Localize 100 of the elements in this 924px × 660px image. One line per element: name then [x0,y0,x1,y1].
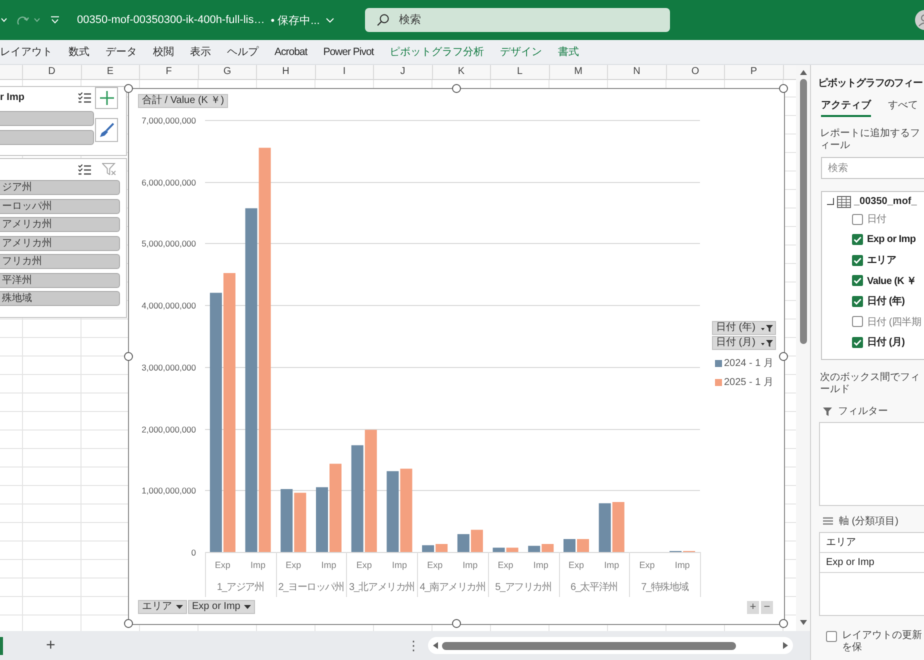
x-axis-group-label: 6_太平洋州 [570,582,618,593]
scroll-up-icon[interactable] [800,70,806,75]
y-axis-label: 4,000,000,000 [142,300,196,310]
field-label[interactable]: エリア [867,253,896,268]
x-axis-group-label: 5_アフリカ州 [495,582,552,593]
checkbox[interactable] [852,214,863,225]
ribbon-tab[interactable]: Power Pivot [323,46,374,58]
area-field-item[interactable]: エリア [820,533,924,553]
checkbox[interactable] [826,631,837,642]
resize-handle[interactable] [779,84,788,93]
checklist-icon[interactable] [78,164,91,174]
ribbon-tab[interactable]: デザイン [500,45,542,59]
bar [294,492,306,552]
checkbox[interactable] [852,296,863,307]
column-header[interactable]: I [316,65,374,79]
chart-styles-button[interactable] [95,118,118,142]
field-label[interactable]: Value (K ￥ [867,274,916,288]
value-field-button[interactable]: 合計 / Value (K ￥) [138,94,228,108]
column-header[interactable]: J [374,65,432,79]
column-header[interactable]: F [140,65,198,79]
checkbox[interactable] [852,254,863,266]
area-field-item[interactable]: Exp or Imp [820,553,924,573]
column-header[interactable]: O [666,65,725,79]
resize-handle[interactable] [124,619,133,628]
column-header[interactable]: L [491,65,550,79]
pane-tab[interactable]: すべて [888,100,918,117]
ribbon-tab[interactable]: 表示 [190,45,211,59]
scroll-down-icon[interactable] [800,620,806,625]
x-axis-label: Imp [674,560,690,570]
field-label[interactable]: 日付 (月) [867,335,905,350]
ribbon-tab[interactable]: 校閲 [153,45,174,59]
column-header[interactable]: H [257,65,316,79]
chevron-down-icon[interactable] [1,18,7,22]
slicer-item[interactable]: 平洋州 [0,272,120,288]
area-drop-box[interactable]: エリア Exp or Imp [819,532,924,616]
bar [542,544,554,552]
slicer-item[interactable]: 殊地域 [0,291,120,306]
expand-collapse-button[interactable]: − [761,601,773,614]
column-header[interactable]: M [550,65,608,79]
tab-split-handle[interactable]: ⋮ [407,638,420,654]
legend-field-button[interactable]: 日付 (月) [712,336,776,350]
vertical-scrollbar[interactable] [796,65,810,631]
scrollbar-thumb[interactable] [800,79,806,344]
resize-handle[interactable] [452,84,460,93]
axis-field-button[interactable]: エリア [138,600,187,614]
sheet-tab[interactable] [0,636,3,654]
checkbox[interactable] [852,275,863,286]
slicer-item[interactable]: フリカ州 [0,254,120,269]
slicer-item[interactable]: ジア州 [0,180,120,195]
column-header[interactable]: N [608,65,666,79]
checklist-icon[interactable] [78,92,91,103]
scroll-left-icon[interactable] [433,642,438,649]
resize-handle[interactable] [124,84,133,93]
column-header[interactable]: G [198,65,257,79]
field-label[interactable]: 日付 (四半期 [867,314,922,329]
legend-field-button[interactable]: 日付 (年) [712,321,776,335]
axis-field-button[interactable]: Exp or Imp [188,600,256,614]
checkbox[interactable] [852,336,863,348]
field-label[interactable]: Exp or Imp [867,234,916,246]
field-label[interactable]: 日付 [867,212,886,226]
slicer-item[interactable]: アメリカ州 [0,236,120,250]
column-header[interactable]: D [23,65,82,79]
resize-handle[interactable] [124,352,133,360]
horizontal-scrollbar[interactable] [428,637,793,654]
slicer-item[interactable]: ーロッパ州 [0,198,120,214]
column-header[interactable]: K [432,65,491,79]
x-axis-group-label: 4_南アメリカ州 [420,582,486,593]
ribbon-tab[interactable]: ピボットグラフ分析 [390,45,484,59]
field-search[interactable]: 検索 [821,157,924,179]
column-header[interactable]: E [82,65,140,79]
file-name[interactable]: 00350-mof-00350300-ik-400h-full-lis… [77,14,265,26]
chevron-down-icon[interactable] [326,18,334,22]
resize-handle[interactable] [779,619,788,628]
checkbox[interactable] [852,316,863,328]
search-field[interactable]: 検索 [365,8,670,32]
resize-handle[interactable] [452,619,460,628]
pane-tab[interactable]: アクティブ [821,100,871,117]
account-icon[interactable] [914,10,924,30]
expand-toggle-icon[interactable] [827,198,834,205]
ribbon-tab[interactable]: ヘルプ [227,45,258,59]
slicer-item[interactable]: アメリカ州 [0,217,120,232]
ribbon-tab[interactable]: 書式 [558,45,580,59]
column-header[interactable]: P [725,65,784,79]
bar [436,544,448,552]
ribbon-tab[interactable]: Acrobat [274,46,308,58]
add-sheet-button[interactable]: + [46,636,56,654]
ribbon-tab[interactable]: レイアウト [0,45,52,59]
area-title: 軸 (分類項目) [839,514,898,528]
resize-handle[interactable] [779,352,788,360]
y-axis-label: 6,000,000,000 [142,178,196,188]
y-axis-label: 2,000,000,000 [142,424,196,434]
dropdown-caret-icon[interactable] [51,16,59,24]
expand-collapse-button[interactable]: + [747,601,759,614]
scroll-right-icon[interactable] [783,642,788,649]
scrollbar-thumb[interactable] [442,642,736,650]
ribbon-tab[interactable]: データ [106,45,137,59]
ribbon-tab[interactable]: 数式 [68,45,90,59]
checkbox[interactable] [852,234,863,246]
field-label[interactable]: 日付 (年) [867,294,905,308]
caret-icon [244,605,252,609]
